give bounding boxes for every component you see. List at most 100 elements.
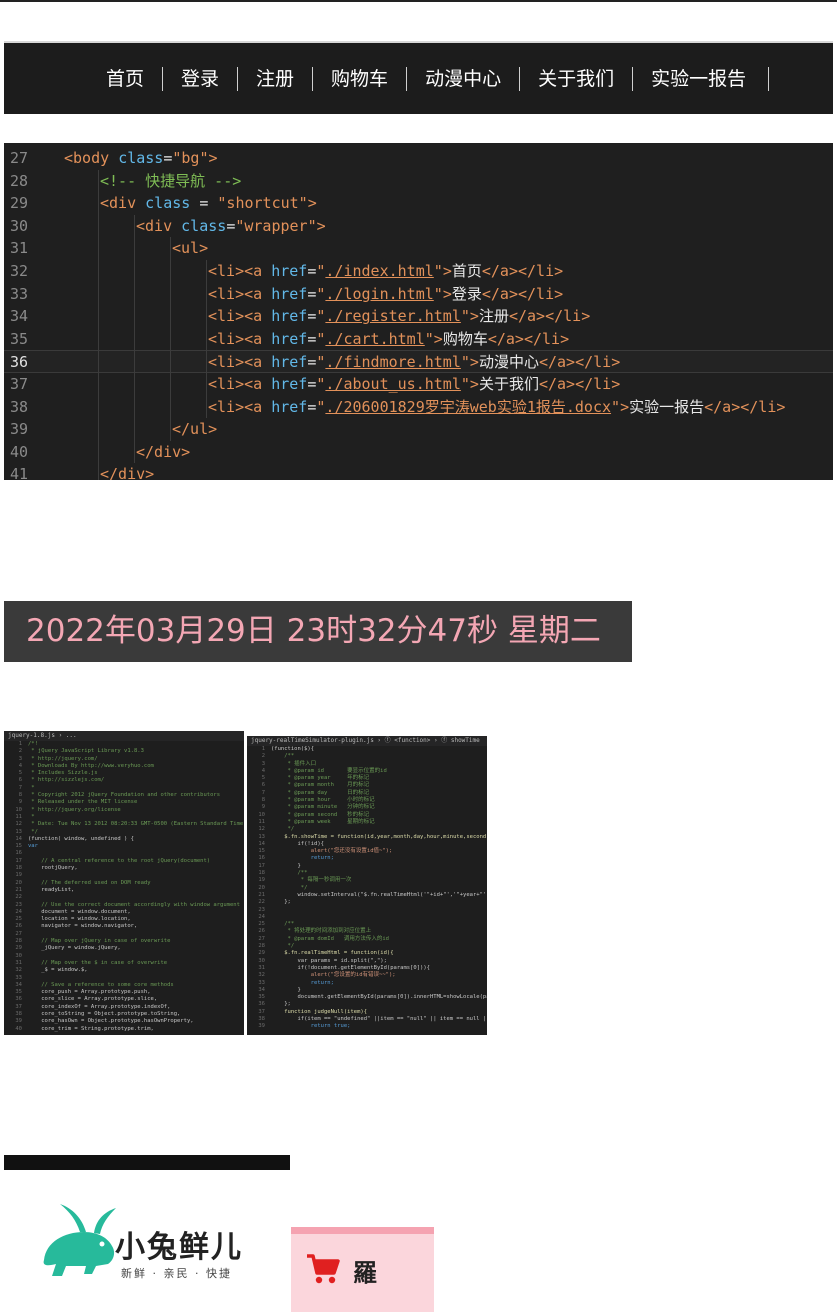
code-thumbnail-jquery: jquery-1.8.js › ... 1/*! 2 * jQuery JavaS… bbox=[4, 731, 244, 1035]
line-number: 7 bbox=[261, 789, 265, 796]
code-line: 38 core_toString = Object.prototype.toSt… bbox=[4, 1011, 244, 1018]
code-text: <li><a href="./register.html">注册</a></li… bbox=[208, 305, 590, 328]
line-number: 3 bbox=[18, 755, 22, 762]
nav-item[interactable]: 购物车 bbox=[313, 66, 408, 91]
nav-item[interactable]: 注册 bbox=[238, 66, 314, 91]
nav-item[interactable]: 动漫中心 bbox=[407, 66, 521, 91]
line-number: 12 bbox=[15, 821, 22, 828]
code-text: // Use the correct document accordingly … bbox=[41, 901, 244, 908]
nav-item[interactable]: 实验一报告 bbox=[633, 66, 770, 91]
line-number: 1 bbox=[18, 741, 22, 747]
code-text: window.setInterval("$.fn.realTimeHtml('"… bbox=[297, 891, 487, 898]
code-text: * Includes Sizzle.js bbox=[28, 770, 98, 777]
code-text: // The deferred used on DOM ready bbox=[28, 879, 151, 886]
code-line: 32 <li><a href="./index.html">首页</a></li> bbox=[4, 260, 833, 283]
line-number: 12 bbox=[258, 826, 265, 833]
code-line: 38 if(item == "undefined" ||item == "nul… bbox=[247, 1016, 487, 1023]
code-token: </a></li> bbox=[538, 375, 621, 393]
code-line: 13 */ bbox=[4, 829, 244, 836]
code-token: 实验一报告 bbox=[629, 397, 705, 416]
nav-item[interactable]: 关于我们 bbox=[520, 66, 634, 91]
code-line: 2 /** bbox=[247, 753, 487, 760]
code-text: * @param id 要显示位置的id bbox=[271, 767, 387, 774]
line-number: 32 bbox=[10, 262, 29, 280]
code-text: </div> bbox=[100, 463, 154, 480]
nav-item[interactable]: 首页 bbox=[88, 66, 164, 91]
line-number: 9 bbox=[261, 804, 265, 811]
code-text: // Map over the $ in case of overwrite bbox=[28, 959, 168, 966]
shopping-cart-icon bbox=[307, 1254, 340, 1284]
code-line: 39 core_hasOwn = Object.prototype.hasOwn… bbox=[4, 1018, 244, 1025]
code-text: return; bbox=[271, 979, 334, 986]
line-number: 38 bbox=[15, 1010, 22, 1017]
code-token: href bbox=[271, 329, 308, 348]
line-number: 6 bbox=[18, 777, 22, 784]
line-number: 28 bbox=[258, 943, 265, 950]
code-line: 28 // Map over jQuery in case of overwri… bbox=[4, 938, 244, 945]
code-token: "shortcut" bbox=[217, 194, 308, 213]
code-line: 16 bbox=[4, 850, 244, 857]
code-token: > bbox=[469, 375, 479, 393]
code-line: 27 bbox=[4, 931, 244, 938]
logo-tagline: 新鲜 · 亲民 · 快捷 bbox=[121, 1267, 232, 1280]
code-lines: 1/*! 2 * jQuery JavaScript Library v1.8.3… bbox=[4, 741, 244, 1033]
code-text: $.fn.realTimeHtml = function(id){ bbox=[271, 950, 394, 957]
line-number: 31 bbox=[258, 964, 265, 971]
code-text: navigator = window.navigator, bbox=[28, 923, 138, 930]
code-text: core_indexOf = Array.prototype.indexOf, bbox=[28, 1003, 171, 1010]
line-number: 33 bbox=[15, 974, 22, 981]
code-line: 11 * bbox=[4, 814, 244, 821]
code-token: </ul> bbox=[172, 420, 218, 439]
line-number: 37 bbox=[258, 1008, 265, 1015]
line-number: 39 bbox=[15, 1018, 22, 1025]
line-number: 7 bbox=[18, 784, 22, 791]
code-line: 23 bbox=[247, 907, 487, 914]
line-number: 34 bbox=[10, 307, 29, 326]
code-token: href bbox=[271, 397, 308, 416]
code-text: * Date: Tue Nov 13 2012 08:20:33 GMT-050… bbox=[28, 821, 244, 828]
code-line: 24 document = window.document, bbox=[4, 909, 244, 916]
code-text: * Copyright 2012 jQuery Foundation and o… bbox=[28, 792, 221, 799]
code-text: }; bbox=[271, 1001, 291, 1008]
line-number: 23 bbox=[258, 906, 265, 913]
code-text: /*! bbox=[28, 741, 38, 747]
line-number: 35 bbox=[10, 329, 29, 348]
code-line: 30 bbox=[4, 953, 244, 960]
code-token: </a></li> bbox=[508, 307, 591, 326]
line-number: 4 bbox=[261, 767, 265, 774]
code-line: 25 location = window.location, bbox=[4, 916, 244, 923]
code-text: readyList, bbox=[28, 886, 75, 893]
code-line: 37 core_indexOf = Array.prototype.indexO… bbox=[4, 1004, 244, 1011]
code-token: > bbox=[469, 353, 479, 372]
code-line: 17 // A central reference to the root jQ… bbox=[4, 858, 244, 865]
code-text: return; bbox=[271, 855, 334, 862]
line-number: 29 bbox=[10, 194, 29, 213]
code-line: 31 <ul> bbox=[4, 237, 833, 260]
code-token: 登录 bbox=[451, 284, 482, 303]
code-token: <li><a bbox=[208, 329, 272, 348]
line-number: 5 bbox=[261, 775, 265, 782]
code-text: alert("您还没有设置id值~"); bbox=[271, 848, 393, 855]
line-number: 41 bbox=[10, 465, 29, 480]
code-line: 22 bbox=[4, 894, 244, 901]
code-text: <!-- 快捷导航 --> bbox=[100, 170, 241, 193]
code-text: return true; bbox=[271, 1023, 351, 1030]
code-text: /** bbox=[271, 753, 295, 760]
code-line: 24 bbox=[247, 914, 487, 921]
code-text: core_toString = Object.prototype.toStrin… bbox=[28, 1010, 181, 1017]
line-number: 30 bbox=[15, 952, 22, 959]
code-text: * @param minute 分钟的标记 bbox=[271, 804, 375, 811]
code-text: var params = id.split(","); bbox=[271, 957, 387, 964]
code-line: 27 * @param domId 调用方法传入的id bbox=[247, 936, 487, 943]
nav-item[interactable]: 登录 bbox=[163, 66, 239, 91]
code-token: href bbox=[271, 307, 308, 326]
code-line: 34 } bbox=[247, 987, 487, 994]
line-number: 19 bbox=[258, 877, 265, 884]
code-text: <ul> bbox=[172, 237, 208, 260]
code-text: * http://jquery.com/ bbox=[28, 755, 98, 762]
code-text: core_push = Array.prototype.push, bbox=[28, 989, 151, 996]
code-text: location = window.location, bbox=[28, 916, 131, 923]
code-text: // A central reference to the root jQuer… bbox=[28, 857, 211, 864]
indent-guide bbox=[206, 260, 207, 419]
code-lines: 1 (function($){2 /** 3 * 插件入口 4 * @param id… bbox=[247, 746, 487, 1031]
